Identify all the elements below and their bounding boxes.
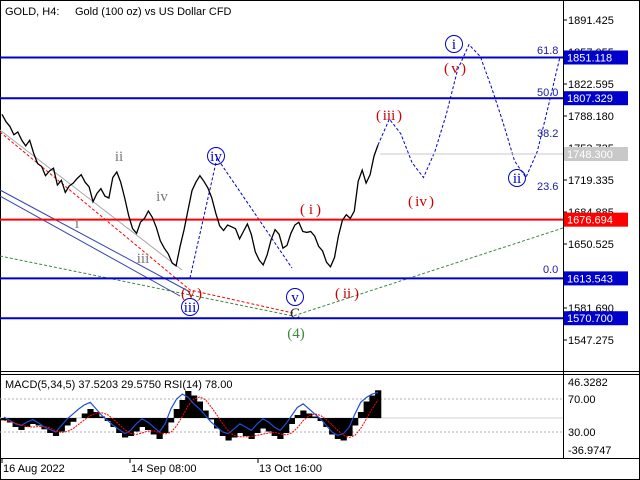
price-series-line	[1, 113, 379, 269]
wave-red-i-paren-r: )	[316, 202, 321, 218]
wave-red-v2: v	[187, 286, 195, 302]
current-price-tag: 1748.300	[380, 147, 628, 161]
fib-50-0: 50.0	[537, 87, 558, 99]
wave-grey-iv: iv	[156, 189, 168, 205]
wave-red-ii-paren-l: (	[335, 286, 340, 302]
wave-red-v-paren-l: (	[444, 61, 449, 77]
indicator-panel: MACD(5,34,5) 37.5203 29.5750 RSI(14) 78.…	[0, 377, 611, 457]
wave-red-v-paren-r: )	[461, 61, 466, 77]
time-axis: 16 Aug 2022 14 Sep 08:00 13 Oct 16:00	[1, 459, 322, 475]
macd-histogram	[1, 390, 382, 441]
y-tick-label: 1719.335	[568, 175, 614, 187]
price-levels: 1851.118 1807.329 1676.694 1613.543 1570.700	[0, 50, 628, 326]
chart-symbol: GOLD, H4:	[5, 6, 59, 18]
time-label: 16 Aug 2022	[3, 463, 65, 475]
indicator-tick-30: 30.00	[568, 427, 596, 439]
wave-blue-iv: iv	[210, 149, 222, 165]
price-level-label: 1676.694	[567, 215, 613, 227]
wave-red-ii-paren-r: )	[354, 286, 359, 302]
channel-line-grey	[0, 129, 183, 271]
macd-bar	[375, 390, 382, 419]
wave-red-iii-paren-r: )	[397, 108, 402, 124]
chart-canvas: GOLD, H4: Gold (100 oz) vs US Dollar CFD…	[0, 0, 640, 480]
wave-red-iv: iv	[415, 194, 427, 210]
price-level-label: 1613.543	[567, 273, 613, 285]
indicator-tick-70: 70.00	[568, 394, 596, 406]
wave-blue-v: v	[291, 290, 299, 306]
macd-bar	[340, 418, 347, 441]
macd-bar	[202, 410, 209, 418]
macd-bar	[162, 418, 169, 433]
macd-bar	[300, 410, 307, 418]
macd-bar	[52, 418, 60, 436]
macd-bar	[122, 418, 129, 438]
y-tick-label: 1650.525	[568, 239, 614, 251]
chart-description: Gold (100 oz) vs US Dollar CFD	[75, 6, 232, 18]
wave-red-i: i	[309, 202, 313, 218]
wave-red-iv-paren-l: (	[408, 194, 413, 210]
channel-line	[0, 189, 191, 293]
macd-bar	[369, 395, 376, 418]
wave-blue-iii: iii	[184, 300, 197, 316]
wave-blue-i: i	[452, 37, 456, 53]
wave-projection	[377, 43, 561, 179]
fib-38-2: 38.2	[537, 128, 558, 140]
channel-line	[0, 195, 181, 297]
y-tick-label: 1547.275	[568, 335, 614, 347]
wave-red-iii: iii	[383, 108, 396, 124]
guide-red	[0, 131, 294, 314]
price-level-label: 1570.700	[567, 313, 613, 325]
wave-guides	[0, 131, 564, 317]
wave-red-v: v	[451, 61, 459, 77]
wave-green-4: (4)	[287, 326, 305, 342]
macd-bar	[70, 418, 77, 422]
wave-grey-i: i	[75, 216, 79, 232]
wave-red-ii: ii	[343, 286, 351, 302]
wave-red-iv-paren-r: )	[429, 194, 434, 210]
fib-61-8: 61.8	[537, 45, 558, 57]
macd-bar	[150, 418, 157, 435]
chart-frame	[0, 0, 640, 480]
macd-bar	[311, 416, 318, 418]
macd-bar	[225, 418, 232, 441]
indicator-title: MACD(5,34,5) 37.5203 29.5750 RSI(14) 78.…	[5, 379, 232, 391]
macd-bar	[168, 418, 175, 423]
macd-bar	[357, 412, 365, 418]
chart-root: GOLD, H4: Gold (100 oz) vs US Dollar CFD…	[0, 0, 640, 480]
macd-bar	[133, 418, 140, 432]
macd-bar	[179, 400, 186, 418]
y-axis: 1891.4251857.0551822.5951788.1801753.735…	[563, 15, 614, 347]
wave-red-i-paren-l: (	[300, 202, 305, 218]
wave-labels: iv iii v i ii ( i ) ( ii ) ( iii ) ( iv …	[75, 35, 526, 342]
price-level-label: 1807.329	[567, 93, 613, 105]
macd-bar	[294, 415, 301, 418]
wave-red-iii-paren-l: (	[376, 108, 381, 124]
wave-grey-ii: ii	[115, 149, 123, 165]
wave-grey-iii: iii	[137, 251, 150, 267]
fib-23-6: 23.6	[537, 181, 558, 193]
current-price-label: 1748.300	[567, 149, 613, 161]
indicator-tick-max: 46.3282	[568, 377, 608, 389]
trend-channels	[0, 129, 191, 297]
fib-labels: 61.8 50.0 38.2 23.6 0.0	[537, 45, 558, 276]
wave-dark-c: C	[290, 306, 300, 322]
macd-bar	[185, 391, 192, 418]
guide-blue	[189, 156, 293, 279]
wave-blue-ii: ii	[513, 171, 521, 187]
time-label: 14 Sep 08:00	[131, 463, 196, 475]
price-level-label: 1851.118	[567, 52, 612, 64]
macd-bar	[173, 409, 180, 418]
wave-red-v2-paren-r: )	[197, 286, 202, 302]
y-tick-label: 1788.180	[568, 111, 614, 123]
macd-bar	[81, 413, 88, 418]
y-tick-label: 1822.595	[568, 79, 614, 91]
wave-red-v2-paren-l: (	[181, 286, 186, 302]
y-tick-label: 1891.425	[568, 15, 614, 27]
time-label: 13 Oct 16:00	[259, 463, 322, 475]
fib-0-0: 0.0	[543, 264, 558, 276]
indicator-tick-min: -36.9747	[568, 445, 611, 457]
